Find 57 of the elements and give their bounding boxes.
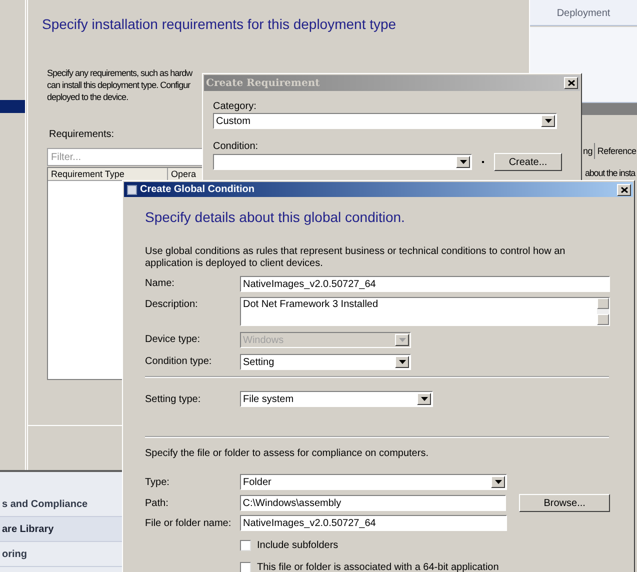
tab[interactable]: Reference — [594, 143, 637, 159]
create-button[interactable]: Create... — [494, 153, 562, 171]
description-line: can install this deployment type. Configur — [47, 79, 192, 91]
caret-icon — [398, 360, 406, 364]
dropdown-button[interactable] — [491, 476, 505, 488]
checkbox[interactable] — [240, 540, 251, 550]
checkbox[interactable] — [240, 562, 251, 572]
description-field[interactable]: Dot Net Framework 3 Installed — [240, 297, 610, 326]
ribbon-label: Deployment — [530, 0, 637, 26]
checkbox-label: This file or folder is associated with a 64-bit application — [257, 560, 499, 572]
field-label: Setting type: — [145, 392, 202, 406]
wizard-heading: Specify installation requirements for this deployment type — [42, 15, 396, 34]
close-button[interactable] — [617, 184, 631, 196]
close-icon — [568, 80, 574, 86]
scrollbar[interactable] — [597, 298, 609, 325]
window-icon — [127, 184, 137, 194]
checkbox-label: Include subfolders — [257, 538, 338, 552]
description-line: Specify any requirements, such as hardw — [47, 67, 192, 79]
field-label: Device type: — [145, 333, 202, 347]
close-button[interactable] — [564, 77, 578, 89]
name-field[interactable]: NativeImages_v2.0.50727_64 — [240, 276, 610, 292]
detail-text: about the insta — [585, 167, 636, 180]
browse-button[interactable]: Browse... — [519, 494, 610, 512]
dialog-title: Create Global Condition — [140, 183, 254, 197]
caret-icon — [494, 480, 502, 484]
caret-icon — [460, 160, 466, 164]
setting-type-dropdown[interactable]: File system — [240, 391, 433, 407]
field-label: Name: — [145, 277, 176, 291]
category-dropdown[interactable]: Custom — [213, 113, 557, 129]
description-line: deployed to the device. — [47, 91, 130, 103]
file-name-field[interactable]: NativeImages_v2.0.50727_64 — [240, 515, 507, 531]
selection-bar — [0, 100, 25, 113]
field-label: Description: — [145, 298, 199, 312]
field-label: Condition type: — [145, 355, 213, 369]
dropdown-button[interactable] — [541, 115, 555, 127]
dropdown[interactable]: Setting — [240, 354, 411, 370]
field-label: Type: — [145, 476, 170, 490]
instruction-text: Specify the file or folder to assess for compliance on computers. — [145, 447, 430, 461]
caret-icon — [398, 338, 406, 342]
dialog-title: Create Requirement — [206, 76, 320, 90]
close-icon — [620, 186, 628, 192]
requirements-label: Requirements: — [49, 128, 114, 142]
path-field[interactable]: C:\Windows\assembly — [240, 495, 506, 511]
condition-dropdown[interactable] — [213, 154, 472, 170]
description-text: Use global conditions as rules that represent business or technical conditions to control how an application is deployed to client devices. — [145, 246, 566, 270]
caret-icon — [544, 119, 552, 123]
field-label: Path: — [145, 496, 170, 510]
caret-icon — [420, 397, 428, 401]
dropdown-button[interactable] — [395, 356, 409, 368]
dropdown-button[interactable] — [417, 393, 431, 405]
type-dropdown[interactable]: Folder — [240, 474, 507, 490]
field-label: File or folder name: — [145, 516, 232, 530]
dialog-heading: Specify details about this global condition. — [145, 208, 406, 227]
field-label: Condition: — [213, 140, 260, 153]
nav-item[interactable]: are Library — [0, 517, 122, 542]
field-label: Category: — [213, 100, 258, 113]
dropdown-button[interactable] — [456, 156, 470, 168]
